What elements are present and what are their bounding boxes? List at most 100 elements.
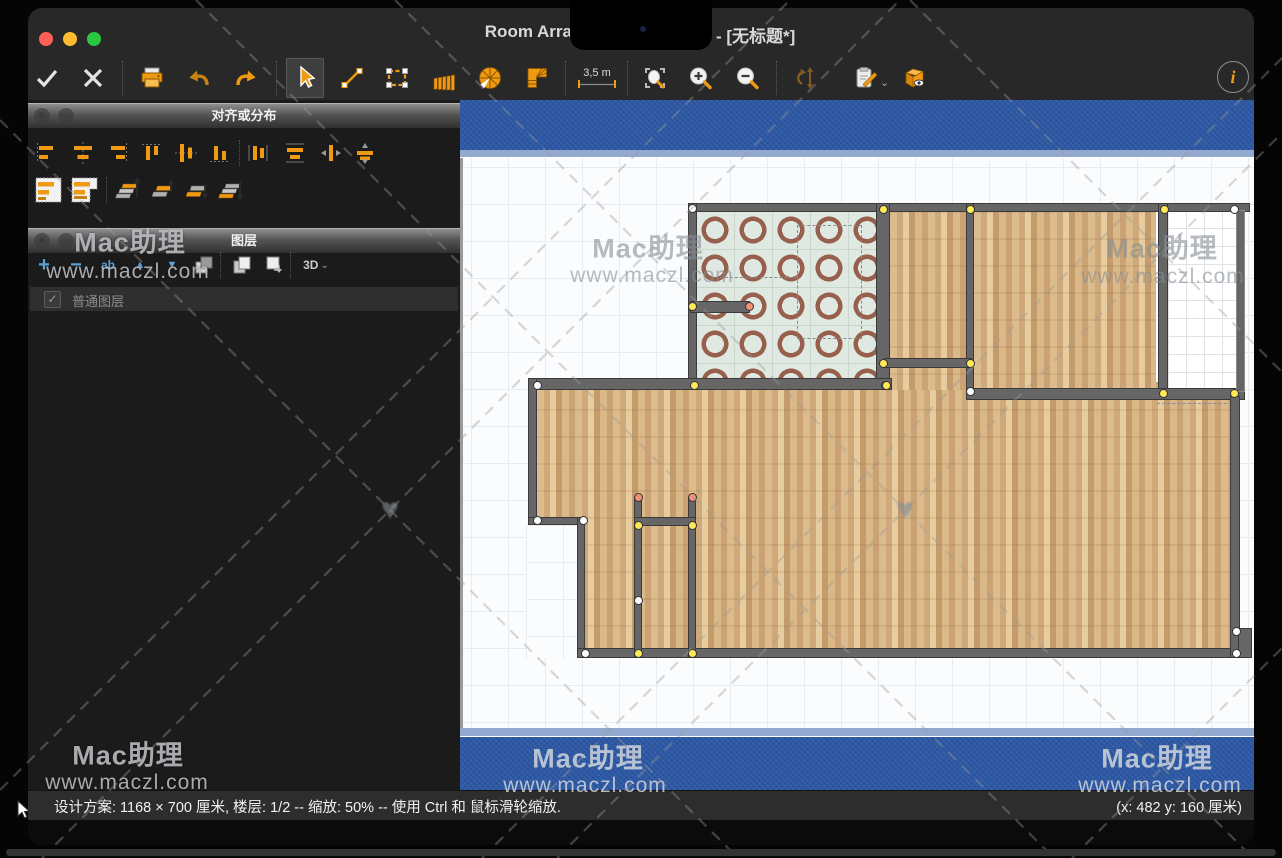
copy-layer-button[interactable] (226, 250, 258, 280)
wall-handle[interactable] (879, 359, 888, 368)
view-3d-button[interactable] (896, 58, 934, 98)
move-layer-up-button[interactable]: ▲ (124, 250, 156, 280)
align-center-vertical-axis-button[interactable] (67, 138, 99, 168)
wall-small-room-right[interactable] (966, 203, 974, 400)
wall-handle[interactable] (966, 387, 975, 396)
large-room-wood-floor[interactable] (974, 211, 1156, 388)
align-panel-close-icon[interactable]: ✕ (34, 108, 50, 124)
layer-visibility-button[interactable] (188, 250, 220, 280)
spiral-stairs-tool-button[interactable] (471, 58, 509, 98)
wall-main-bottom[interactable] (577, 648, 1250, 658)
center-horizontally-button[interactable] (315, 138, 347, 168)
info-button[interactable]: i (1217, 61, 1249, 93)
layer-row[interactable]: ✓ 普通图层 (30, 287, 458, 311)
align-bottom-button[interactable] (204, 138, 236, 168)
merge-layer-button[interactable] (258, 250, 290, 280)
wall-handle[interactable] (634, 649, 643, 658)
remove-layer-button[interactable]: − (60, 250, 92, 280)
door-handle[interactable] (745, 302, 754, 311)
stairs-tool-button[interactable] (424, 58, 462, 98)
add-layer-button[interactable]: + (28, 250, 60, 280)
bring-to-front-button[interactable] (110, 175, 142, 205)
wall-handle[interactable] (688, 649, 697, 658)
zoom-window-button[interactable] (87, 32, 101, 46)
wall-handle[interactable] (1230, 205, 1239, 214)
wall-handle[interactable] (1159, 389, 1168, 398)
wall-bathroom-door-stub[interactable] (690, 301, 750, 313)
balcony-window-wall[interactable] (1236, 210, 1245, 392)
zoom-in-button[interactable] (681, 58, 719, 98)
wall-handle[interactable] (688, 521, 697, 530)
align-middle-icon (173, 140, 199, 166)
layer-3d-options-button[interactable]: 3D ⌄ (296, 250, 336, 280)
balcony-floor[interactable] (1168, 210, 1236, 388)
design-canvas[interactable] (460, 100, 1254, 790)
layer-visible-checkbox[interactable]: ✓ (44, 291, 61, 308)
wall-handle[interactable] (533, 516, 542, 525)
wall-handle[interactable] (581, 649, 590, 658)
center-vertically-button[interactable] (349, 138, 381, 168)
move-layer-down-button[interactable]: ▼ (156, 250, 188, 280)
wall-handle[interactable] (533, 381, 542, 390)
door-handle[interactable] (688, 493, 697, 502)
wall-small-room-bottom[interactable] (884, 358, 972, 368)
redo-button[interactable] (227, 58, 265, 98)
wall-main-left[interactable] (528, 378, 537, 525)
cancel-button[interactable] (74, 58, 112, 98)
send-backward-icon (180, 175, 210, 205)
wall-handle[interactable] (1232, 649, 1241, 658)
send-backward-button[interactable] (179, 175, 211, 205)
wall-handle[interactable] (579, 516, 588, 525)
align-to-room-right-button[interactable] (68, 175, 102, 205)
rotate-tool-button[interactable] (787, 58, 825, 98)
align-to-room-left-button[interactable] (32, 175, 66, 205)
distribute-vertical-button[interactable] (279, 138, 311, 168)
minimize-window-button[interactable] (63, 32, 77, 46)
undo-button[interactable] (180, 58, 218, 98)
wall-main-right[interactable] (1230, 396, 1240, 658)
select-tool-button[interactable] (286, 58, 324, 98)
zoom-fit-button[interactable] (636, 58, 674, 98)
rename-layer-button[interactable]: ab (92, 250, 124, 280)
distribute-horizontal-button[interactable] (242, 138, 274, 168)
draw-room-tool-button[interactable] (378, 58, 416, 98)
align-left-button[interactable] (30, 138, 62, 168)
wall-handle[interactable] (879, 205, 888, 214)
wall-bathroom-left[interactable] (688, 203, 697, 390)
wall-step-vertical[interactable] (577, 517, 585, 658)
confirm-button[interactable] (28, 58, 66, 98)
layers-panel-collapse-icon[interactable]: ⌵ (58, 233, 74, 249)
zoom-out-button[interactable] (728, 58, 766, 98)
measure-tool-button[interactable]: 3,5 m (569, 58, 625, 98)
edit-properties-dropdown-chevron[interactable]: ⌄ (880, 76, 889, 89)
layers-panel-close-icon[interactable]: ✕ (34, 233, 50, 249)
macbook-notch (570, 0, 712, 50)
wall-handle[interactable] (688, 302, 697, 311)
draw-wall-tool-button[interactable] (333, 58, 371, 98)
align-right-button[interactable] (102, 138, 134, 168)
wall-closet-connector[interactable] (634, 517, 696, 526)
door-handle[interactable] (634, 493, 643, 502)
l-stairs-tool-button[interactable] (518, 58, 556, 98)
wall-handle[interactable] (1230, 389, 1239, 398)
wall-handle[interactable] (634, 521, 643, 530)
mouse-cursor-icon (16, 800, 32, 820)
wall-handle[interactable] (966, 359, 975, 368)
align-panel-collapse-icon[interactable]: ⌵ (58, 108, 74, 124)
align-top-button[interactable] (136, 138, 168, 168)
wall-handle[interactable] (634, 596, 643, 605)
send-to-back-button[interactable] (213, 175, 245, 205)
bring-forward-button[interactable] (145, 175, 177, 205)
print-button[interactable] (133, 58, 171, 98)
close-window-button[interactable] (39, 32, 53, 46)
wall-handle[interactable] (688, 204, 697, 213)
wall-handle[interactable] (966, 205, 975, 214)
wall-large-room-right[interactable] (1158, 203, 1168, 400)
wall-rooms-bottom[interactable] (966, 388, 1245, 400)
wall-main-top[interactable] (528, 378, 892, 390)
wall-handle[interactable] (1232, 627, 1241, 636)
wall-handle[interactable] (690, 381, 699, 390)
align-middle-button[interactable] (170, 138, 202, 168)
wall-handle[interactable] (1160, 205, 1169, 214)
wall-handle[interactable] (882, 381, 891, 390)
